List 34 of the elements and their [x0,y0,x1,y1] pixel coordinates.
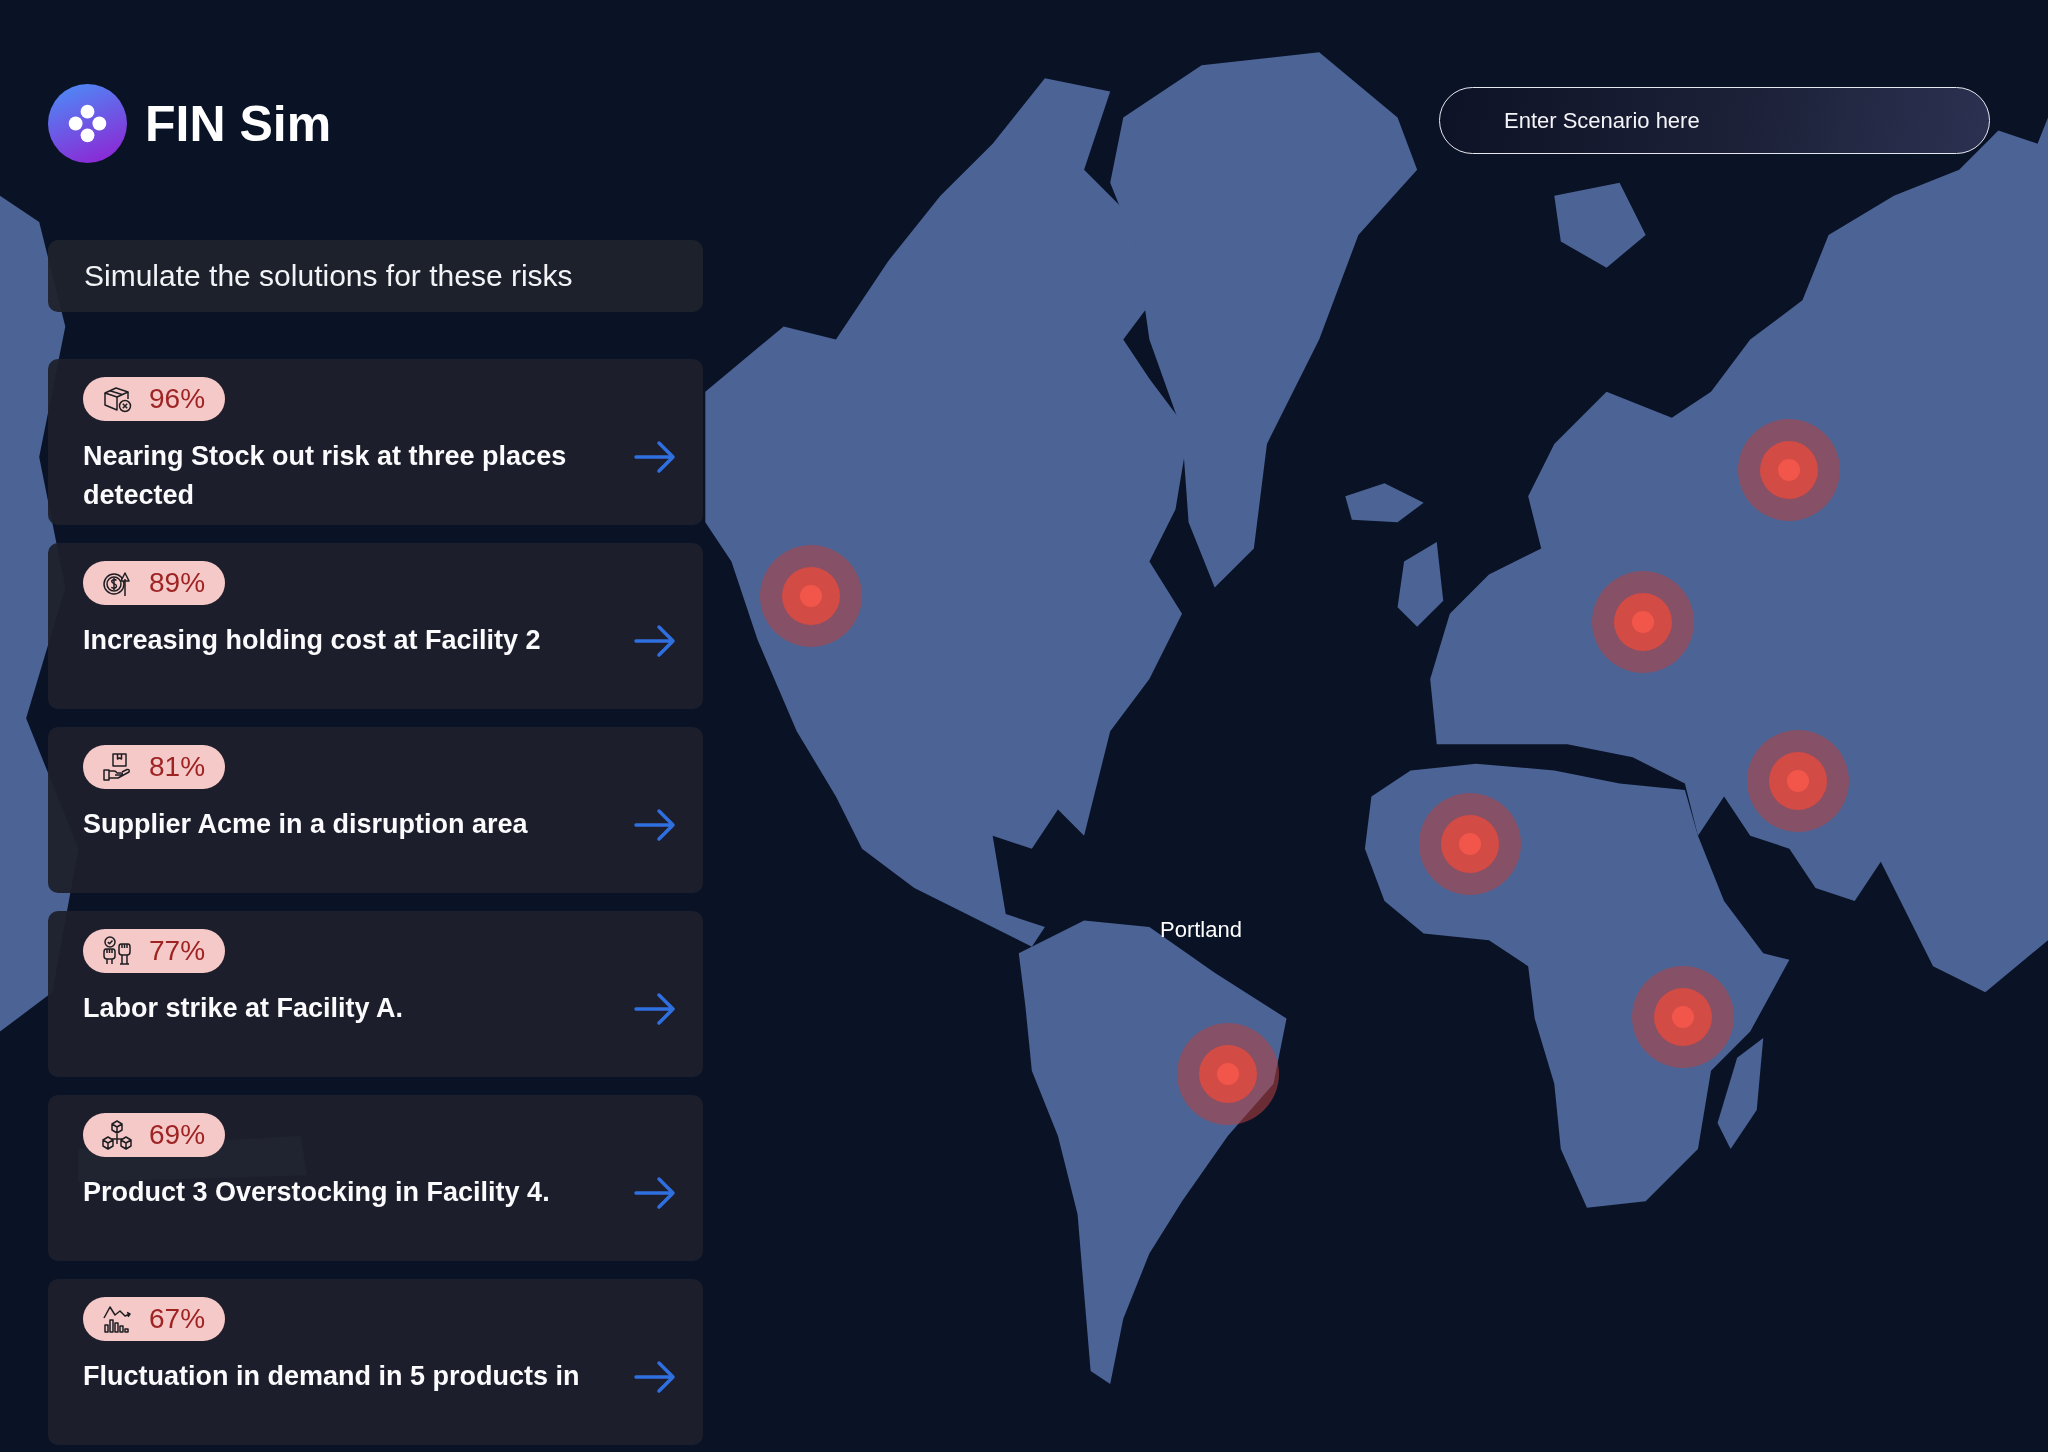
risk-marker-icon[interactable] [1177,1023,1279,1125]
risk-title: Product 3 Overstocking in Facility 4. [83,1176,551,1209]
risk-marker-icon[interactable] [1738,419,1840,521]
logo-icon [48,84,127,163]
risk-marker-icon[interactable] [1419,793,1521,895]
risk-title: Fluctuation in demand in 5 products in [83,1360,581,1393]
risk-title: Nearing Stock out risk at three places detected [83,440,568,512]
risk-score: 67% [149,1303,206,1335]
risk-title: Labor strike at Facility A. [83,992,405,1025]
risk-marker-icon[interactable] [1592,571,1694,673]
stacked-boxes-icon [101,1119,133,1151]
risk-marker-icon[interactable] [1632,966,1734,1068]
risk-marker-icon[interactable] [760,545,862,647]
risk-score: 89% [149,567,206,599]
risk-score: 77% [149,935,206,967]
arrow-right-icon[interactable] [634,808,676,842]
app-title: FIN Sim [145,94,332,154]
scenario-input[interactable]: Enter Scenario here [1439,87,1990,154]
hand-box-icon [101,751,133,783]
arrow-right-icon[interactable] [634,1176,676,1210]
risk-score: 96% [149,383,206,415]
arrow-right-icon[interactable] [634,624,676,658]
bar-chart-icon [101,1303,133,1335]
risk-title: Supplier Acme in a disruption area [83,808,529,841]
risk-score: 69% [149,1119,206,1151]
risk-title: Increasing holding cost at Facility 2 [83,624,542,657]
map-place-label: Portland [1160,917,1242,943]
section-heading: Simulate the solutions for these risks [84,258,573,294]
risk-marker-icon[interactable] [1747,730,1849,832]
risk-score: 81% [149,751,206,783]
arrow-right-icon[interactable] [634,440,676,474]
raised-fists-icon [101,935,133,967]
arrow-right-icon[interactable] [634,992,676,1026]
arrow-right-icon[interactable] [634,1360,676,1394]
